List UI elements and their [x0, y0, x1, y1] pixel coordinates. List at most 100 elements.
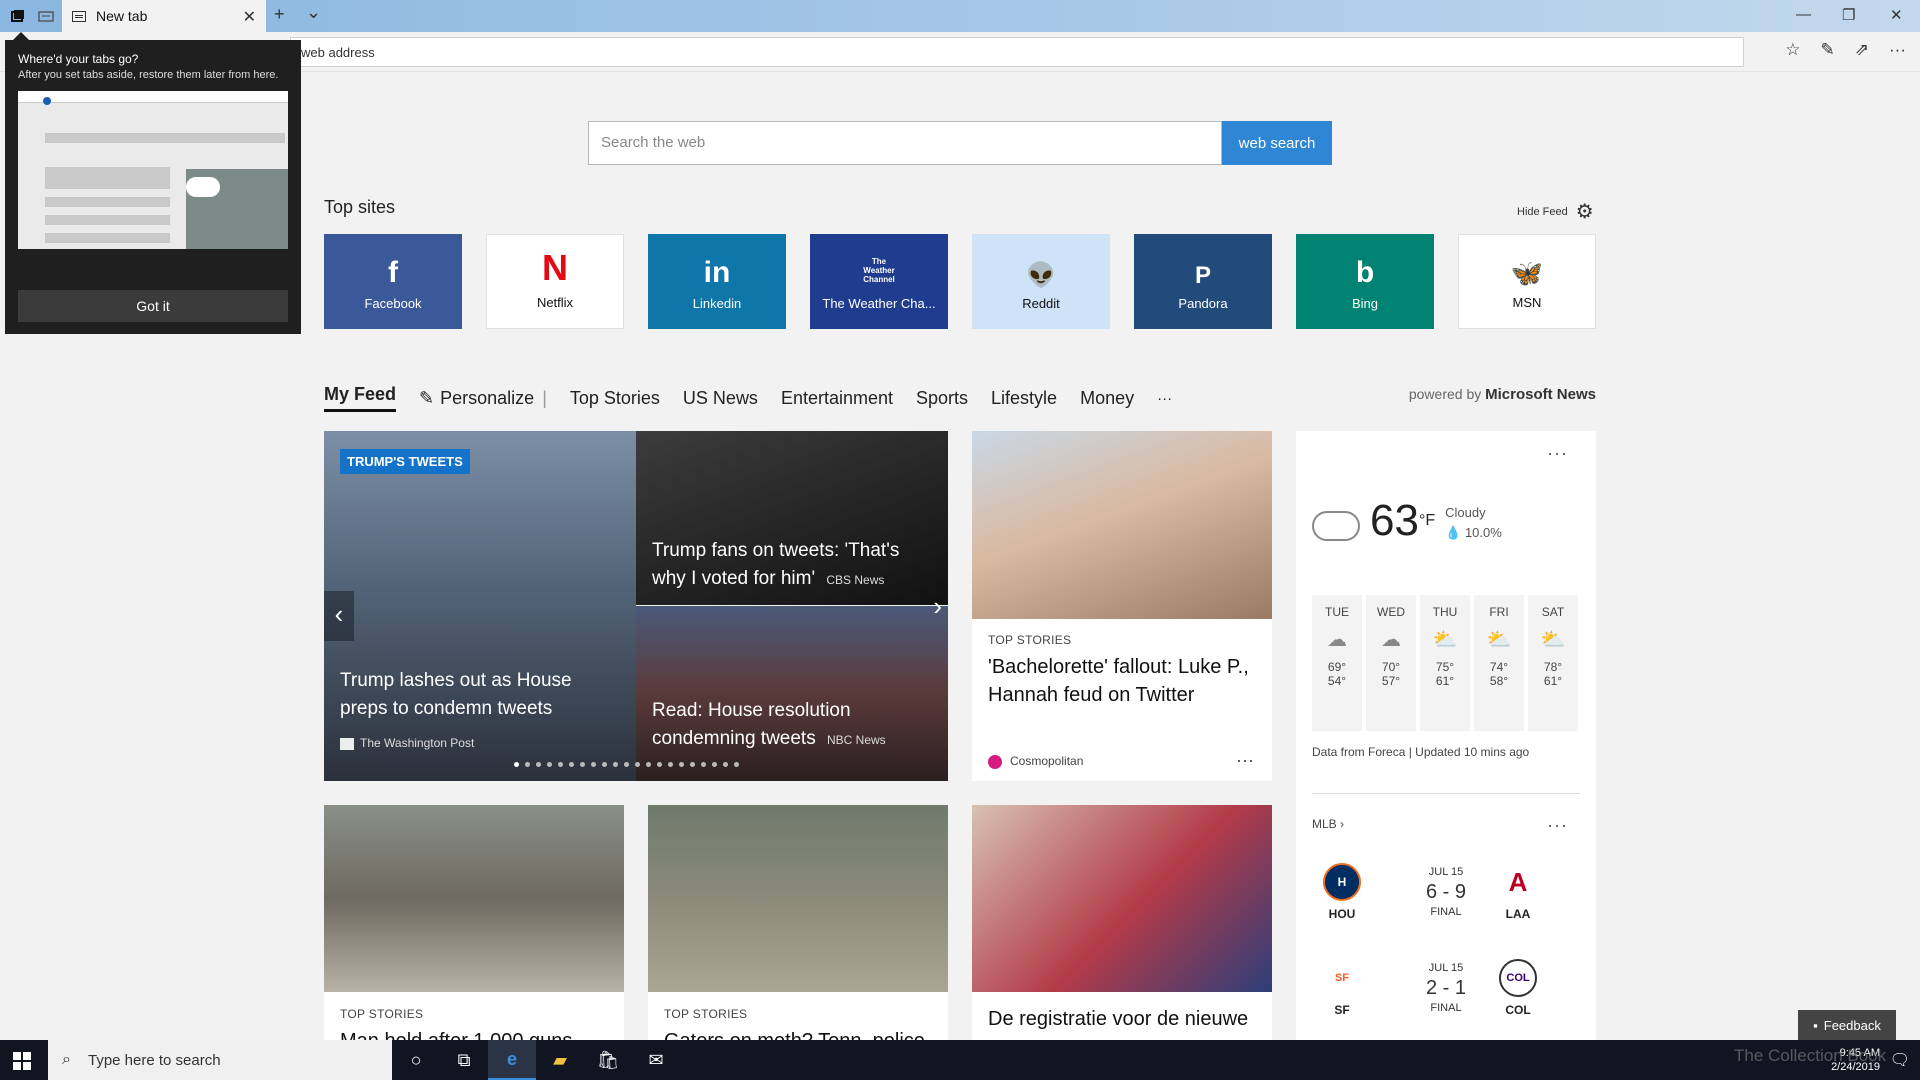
weather-condition: Cloudy [1445, 505, 1486, 520]
forecast-day[interactable]: SAT ⛅ 78° 61° [1528, 595, 1578, 731]
new-tab-button[interactable]: + [274, 4, 285, 25]
feedback-button[interactable]: ▪ Feedback [1798, 1010, 1896, 1040]
partly-sunny-icon: ⛅ [1486, 629, 1512, 651]
news-card[interactable]: TOP STORIES Gators on meth? Tenn. police [648, 805, 948, 1040]
share-icon[interactable]: ⇗ [1855, 40, 1869, 60]
news-card[interactable]: De registratie voor de nieuwe [972, 805, 1272, 1040]
tab-sports[interactable]: Sports [916, 388, 968, 409]
mlb-more-icon[interactable]: ··· [1547, 815, 1568, 836]
web-search-input[interactable]: Search the web [588, 121, 1222, 165]
top-site-facebook[interactable]: f Facebook [324, 234, 462, 329]
gear-icon[interactable]: ⚙ [1576, 199, 1594, 224]
news-card[interactable]: TOP STORIES Man held after 1,000 guns [324, 805, 624, 1040]
more-categories-icon[interactable]: ··· [1157, 390, 1172, 407]
weather-source[interactable]: Data from Foreca | Updated 10 mins ago [1312, 745, 1529, 759]
restore-button[interactable]: ❐ [1842, 6, 1855, 24]
top-site-netflix[interactable]: N Netflix [486, 234, 624, 329]
more-icon[interactable]: ··· [1889, 40, 1906, 60]
hero-main-headline[interactable]: Trump lashes out as House preps to conde… [340, 667, 610, 723]
card-more-icon[interactable]: ··· [1236, 750, 1254, 771]
carousel-dots[interactable] [514, 762, 739, 767]
edge-icon[interactable]: e [488, 1040, 536, 1080]
tab-money[interactable]: Money [1080, 388, 1134, 409]
washington-post-icon [340, 737, 354, 750]
forecast-day[interactable]: WED ☁ 70° 57° [1366, 595, 1416, 731]
file-explorer-icon[interactable]: ▰ [536, 1040, 584, 1080]
top-site-pandora[interactable]: P Pandora [1134, 234, 1272, 329]
store-icon[interactable]: 🛍 [584, 1040, 632, 1080]
tab-my-feed[interactable]: My Feed [324, 384, 397, 412]
web-search-button[interactable]: web search [1222, 121, 1332, 165]
close-window-button[interactable]: ✕ [1890, 6, 1903, 24]
tab-lifestyle[interactable]: Lifestyle [991, 388, 1057, 409]
hero-bottom-right-image [636, 606, 948, 781]
news-card[interactable]: TOP STORIES 'Bachelorette' fallout: Luke… [972, 431, 1272, 781]
carousel-prev-icon[interactable]: ‹ [324, 591, 354, 641]
taskbar-search-input[interactable]: ⌕ Type here to search [48, 1040, 392, 1080]
card-image [972, 431, 1272, 619]
task-view-icon[interactable]: ⧉ [440, 1040, 488, 1080]
windows-start-icon[interactable] [13, 1052, 31, 1070]
card-image [324, 805, 624, 992]
hero-bottom-right-headline[interactable]: Read: House resolution condemning tweets… [652, 697, 932, 754]
forecast-day[interactable]: THU ⛅ 75° 61° [1420, 595, 1470, 731]
minimize-button[interactable]: — [1796, 6, 1811, 23]
linkedin-icon: in [703, 256, 731, 289]
tab-us-news[interactable]: US News [683, 388, 758, 409]
tabs-aside-popup: Where'd your tabs go? After you set tabs… [5, 32, 301, 334]
carousel-next-icon[interactable]: › [933, 591, 942, 622]
favorites-icon[interactable]: ☆ [1785, 40, 1800, 60]
microsoft-news-link[interactable]: Microsoft News [1485, 386, 1596, 403]
card-headline[interactable]: De registratie voor de nieuwe [988, 1005, 1256, 1033]
hero-main-image [324, 431, 636, 781]
mlb-link[interactable]: MLB › [1312, 817, 1344, 831]
cortana-icon[interactable]: ○ [392, 1040, 440, 1080]
card-image [648, 805, 948, 992]
card-headline[interactable]: Gators on meth? Tenn. police [664, 1027, 932, 1040]
msn-butterfly-icon: 🦋 [1510, 258, 1544, 288]
close-tab-icon[interactable]: ✕ [243, 7, 256, 27]
temperature: 63°F [1370, 496, 1436, 545]
cloud-icon [1312, 511, 1360, 541]
pen-icon[interactable]: ✎ [1821, 40, 1835, 60]
address-input[interactable]: web address [290, 37, 1744, 67]
top-site-linkedin[interactable]: in Linkedin [648, 234, 786, 329]
top-site-weather-channel[interactable]: The Weather Channel The Weather Cha... [810, 234, 948, 329]
set-tabs-aside-icon[interactable] [8, 6, 28, 26]
top-site-bing[interactable]: b Bing [1296, 234, 1434, 329]
mail-icon[interactable]: ✉ [632, 1040, 680, 1080]
tabs-aside-icon[interactable] [36, 6, 56, 26]
cloud-icon: ☁ [1327, 629, 1347, 651]
card-headline[interactable]: 'Bachelorette' fallout: Luke P., Hannah … [988, 653, 1256, 709]
cloud-icon: ☁ [1381, 629, 1401, 651]
notification-icon[interactable]: 🗨 [1890, 1050, 1910, 1070]
top-site-msn[interactable]: 🦋 MSN [1458, 234, 1596, 329]
team-away: SF SF [1312, 959, 1372, 1017]
hero-carousel[interactable]: TRUMP'S TWEETS Trump lashes out as House… [324, 431, 948, 781]
raindrop-icon: 💧 [1445, 525, 1462, 540]
got-it-button[interactable]: Got it [18, 290, 288, 322]
forecast-day[interactable]: FRI ⛅ 74° 58° [1474, 595, 1524, 731]
weather-sports-panel: ··· 63°F Cloudy 💧 10.0% TUE ☁ 69° 54° WED ☁ 7… [1296, 431, 1596, 1051]
forecast-day[interactable]: TUE ☁ 69° 54° [1312, 595, 1362, 731]
top-site-reddit[interactable]: 👽 Reddit [972, 234, 1110, 329]
popup-body: After you set tabs aside, restore them l… [18, 69, 279, 81]
tab-new-tab[interactable]: New tab ✕ [62, 0, 266, 32]
current-weather[interactable]: 63°F Cloudy 💧 10.0% [1312, 499, 1502, 543]
personalize-button[interactable]: ✎ Personalize | [419, 388, 547, 409]
hide-feed-link[interactable]: Hide Feed [1517, 206, 1568, 218]
weather-more-icon[interactable]: ··· [1547, 443, 1568, 464]
tab-top-stories[interactable]: Top Stories [570, 388, 660, 409]
card-headline[interactable]: Man held after 1,000 guns [340, 1027, 608, 1040]
hero-top-right-headline[interactable]: Trump fans on tweets: 'That's why I vote… [652, 537, 922, 594]
mlb-game[interactable]: SF SF JUL 15 2 - 1 FINAL COL COL [1312, 959, 1580, 1029]
game-score: JUL 15 6 - 9 FINAL [1425, 866, 1467, 918]
hero-main-source: The Washington Post [340, 736, 474, 750]
forecast: TUE ☁ 69° 54° WED ☁ 70° 57° THU ⛅ 75° 61° FRI ⛅ 74°… [1312, 595, 1578, 731]
tab-entertainment[interactable]: Entertainment [781, 388, 893, 409]
page-icon [72, 10, 86, 22]
tab-list-chevron-icon[interactable]: ⌄ [306, 2, 321, 23]
mlb-game[interactable]: H HOU JUL 15 6 - 9 FINAL A LAA [1312, 863, 1580, 933]
team-away: H HOU [1312, 863, 1372, 921]
angels-logo-icon: A [1499, 863, 1537, 901]
